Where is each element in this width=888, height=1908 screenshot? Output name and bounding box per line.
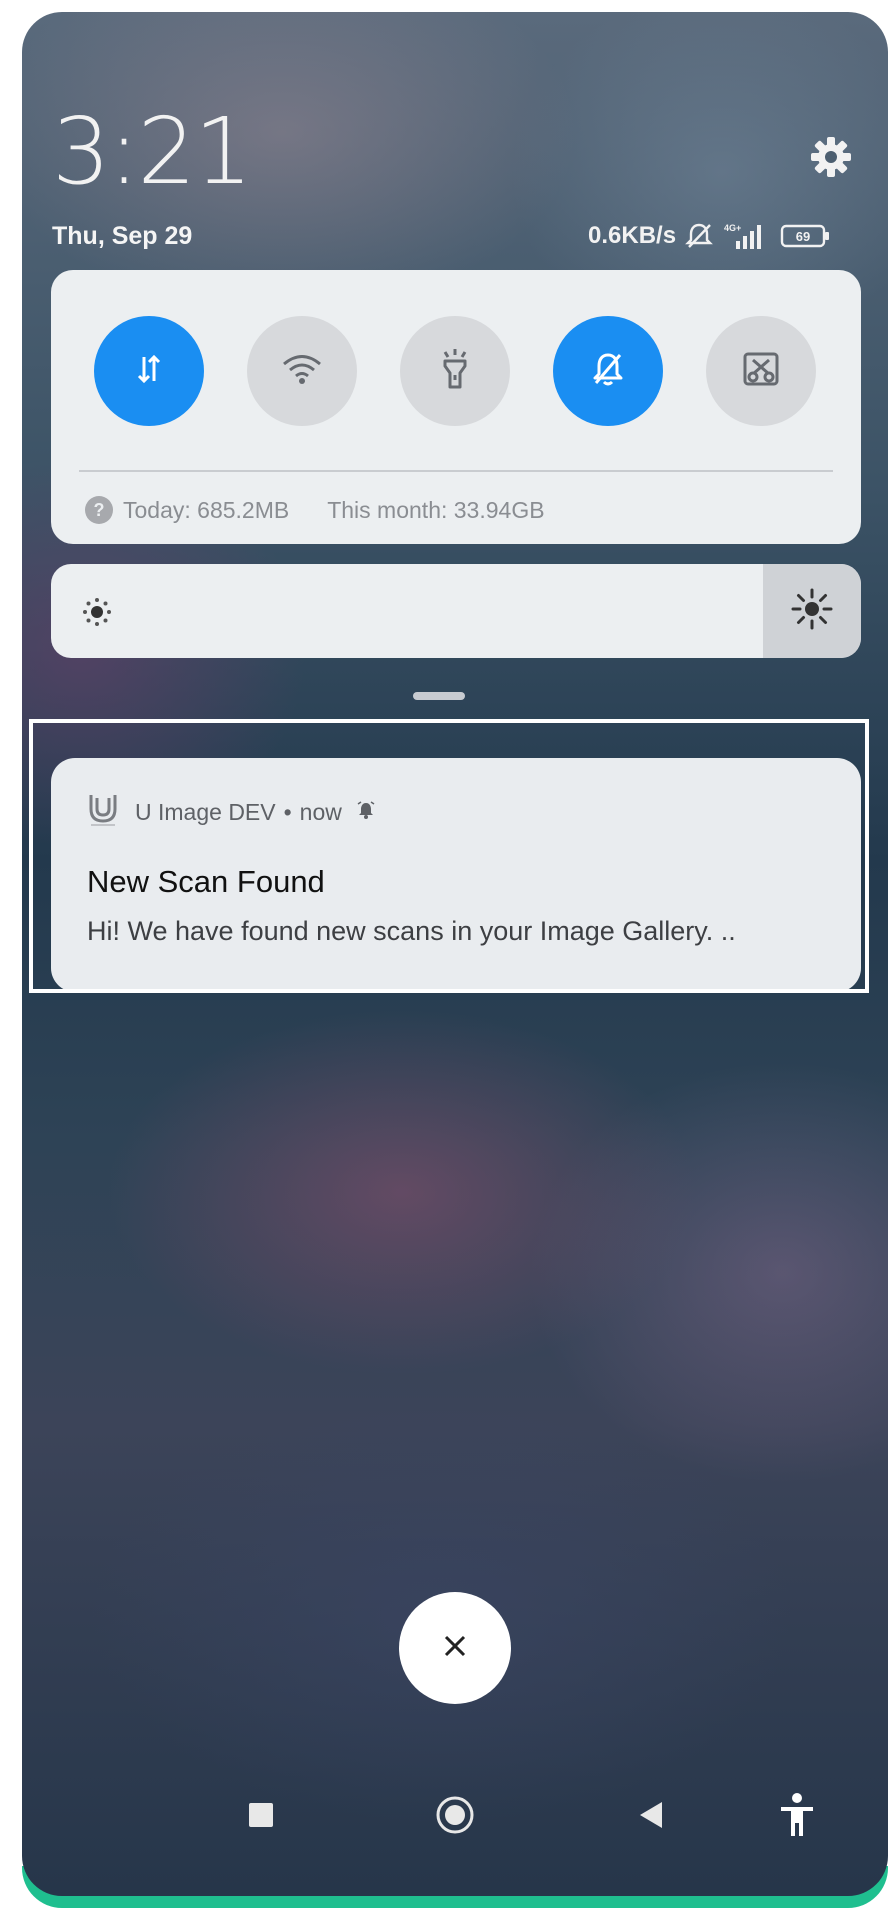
- screenshot-scissors-icon: [740, 348, 782, 395]
- shade-drag-handle[interactable]: [413, 692, 465, 700]
- brightness-slider[interactable]: [51, 564, 861, 658]
- notification-highlight-box: [29, 719, 869, 993]
- network-speed: 0.6KB/s: [588, 222, 677, 249]
- notification-shade: 3:21 Thu, Sep 29 0.6KB/s 4G+ 69 ? Today:…: [22, 12, 888, 1896]
- network-type-label: 4G+: [724, 223, 741, 233]
- brightness-max-zone[interactable]: [763, 564, 861, 658]
- settings-gear-icon[interactable]: [808, 134, 854, 180]
- silent-icon: [684, 222, 714, 250]
- data-arrows-icon: [129, 349, 169, 394]
- close-icon: [440, 1631, 470, 1666]
- clock: 3:21: [52, 98, 253, 205]
- brightness-high-icon: [789, 586, 835, 637]
- accessibility-icon[interactable]: [777, 1792, 817, 1843]
- toggle-screenshot[interactable]: [706, 316, 816, 426]
- date: Thu, Sep 29: [52, 222, 193, 250]
- battery-level: 69: [796, 229, 810, 244]
- device-frame: 3:21 Thu, Sep 29 0.6KB/s 4G+ 69 ? Today:…: [0, 0, 888, 1908]
- status-bar-right: 0.6KB/s 4G+ 69: [588, 220, 832, 252]
- quick-settings-divider: [79, 470, 833, 472]
- back-triangle-icon[interactable]: [636, 1800, 664, 1835]
- quick-settings-panel: ? Today: 685.2MB This month: 33.94GB: [51, 270, 861, 544]
- usage-month: This month: 33.94GB: [327, 496, 545, 523]
- toggle-flashlight[interactable]: [400, 316, 510, 426]
- usage-today: Today: 685.2MB: [123, 496, 290, 523]
- help-icon[interactable]: ?: [85, 496, 113, 524]
- navigation-bar: [22, 1774, 888, 1854]
- recents-square-icon[interactable]: [248, 1802, 274, 1833]
- toggle-mobile-data[interactable]: [94, 316, 204, 426]
- signal-icon: 4G+: [722, 221, 772, 251]
- clear-all-button[interactable]: [399, 1592, 511, 1704]
- flashlight-icon: [435, 347, 475, 396]
- home-circle-icon[interactable]: [435, 1795, 475, 1840]
- battery-icon: 69: [780, 222, 832, 250]
- bell-off-icon: [588, 349, 628, 394]
- data-usage-row: ? Today: 685.2MB This month: 33.94GB: [85, 496, 545, 524]
- toggle-silent[interactable]: [553, 316, 663, 426]
- toggle-wifi[interactable]: [247, 316, 357, 426]
- wifi-icon: [280, 351, 324, 392]
- brightness-low-icon: [77, 592, 117, 637]
